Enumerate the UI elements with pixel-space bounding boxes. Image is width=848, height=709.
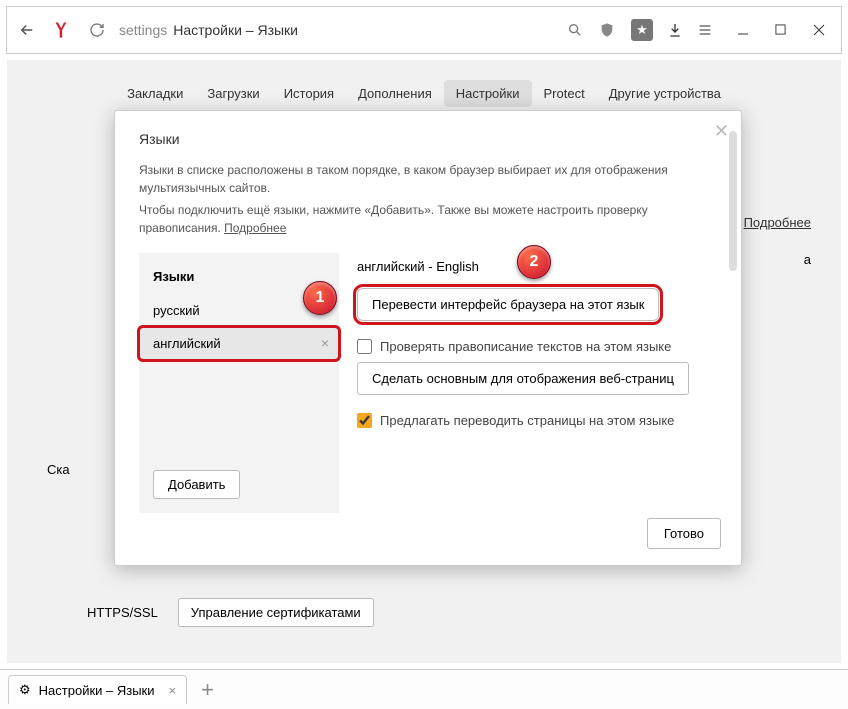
settings-tabs: Закладки Загрузки История Дополнения Нас… xyxy=(7,80,841,107)
close-icon[interactable]: ✕ xyxy=(714,121,729,142)
bg-text-left: Ска xyxy=(47,462,70,477)
language-detail: английский - English Перевести интерфейс… xyxy=(357,253,717,436)
https-row: HTTPS/SSL Управление сертификатами xyxy=(87,598,374,627)
language-item-english[interactable]: английский × xyxy=(139,327,339,360)
search-icon[interactable] xyxy=(567,22,583,38)
tab-settings[interactable]: Настройки xyxy=(444,80,532,107)
languages-body: 1 2 Языки русский английский × Добавить … xyxy=(139,253,717,513)
close-window-button[interactable] xyxy=(813,24,833,36)
tab-title: Настройки – Языки xyxy=(39,683,155,698)
done-button[interactable]: Готово xyxy=(647,518,721,549)
tab-history[interactable]: История xyxy=(272,80,346,107)
yandex-logo-icon[interactable] xyxy=(51,18,75,42)
modal-more-link[interactable]: Подробнее xyxy=(224,221,286,235)
maximize-button[interactable] xyxy=(775,24,795,36)
browser-tabbar: ⚙ Настройки – Языки × + xyxy=(0,669,848,709)
tab-protect[interactable]: Protect xyxy=(532,80,597,107)
offer-translate-label: Предлагать переводить страницы на этом я… xyxy=(380,413,674,428)
languages-modal: ✕ Языки Языки в списке расположены в так… xyxy=(114,110,742,566)
manage-certs-button[interactable]: Управление сертификатами xyxy=(178,598,374,627)
bg-link-more[interactable]: Подробнее xyxy=(744,215,811,230)
https-label: HTTPS/SSL xyxy=(87,605,158,620)
callout-badge-2: 2 xyxy=(517,245,551,279)
gear-icon: ⚙ xyxy=(19,682,31,698)
offer-translate-checkbox[interactable] xyxy=(357,413,372,428)
make-default-button[interactable]: Сделать основным для отображения веб-стр… xyxy=(357,362,689,395)
new-tab-button[interactable]: + xyxy=(195,677,220,703)
tab-bookmarks[interactable]: Закладки xyxy=(115,80,195,107)
spellcheck-checkbox[interactable] xyxy=(357,339,372,354)
download-icon[interactable] xyxy=(667,22,683,38)
offer-translate-row[interactable]: Предлагать переводить страницы на этом я… xyxy=(357,413,717,428)
addr-title: Настройки – Языки xyxy=(173,22,298,38)
tab-addons[interactable]: Дополнения xyxy=(346,80,444,107)
menu-icon[interactable] xyxy=(697,22,713,38)
bg-text-fragment: а xyxy=(804,252,811,267)
close-tab-icon[interactable]: × xyxy=(169,683,177,698)
minimize-button[interactable] xyxy=(737,24,757,36)
modal-title: Языки xyxy=(139,131,717,147)
add-language-button[interactable]: Добавить xyxy=(153,470,240,499)
back-button[interactable] xyxy=(15,18,39,42)
toolbar-right: ★ xyxy=(567,19,833,41)
modal-desc-1: Языки в списке расположены в таком поряд… xyxy=(139,161,717,197)
bookmark-star-icon[interactable]: ★ xyxy=(631,19,653,41)
tab-other-devices[interactable]: Другие устройства xyxy=(597,80,733,107)
spellcheck-label: Проверять правописание текстов на этом я… xyxy=(380,339,671,354)
translate-ui-button[interactable]: Перевести интерфейс браузера на этот язы… xyxy=(357,288,659,321)
tab-downloads[interactable]: Загрузки xyxy=(195,80,271,107)
spellcheck-row[interactable]: Проверять правописание текстов на этом я… xyxy=(357,339,717,354)
modal-desc-2: Чтобы подключить ещё языки, нажмите «Доб… xyxy=(139,201,717,237)
modal-scrollbar[interactable] xyxy=(729,131,737,271)
address-bar[interactable]: settings Настройки – Языки xyxy=(119,22,555,38)
browser-toolbar: settings Настройки – Языки ★ xyxy=(6,6,842,54)
language-item-russian[interactable]: русский xyxy=(139,294,339,327)
addr-prefix: settings xyxy=(119,22,167,38)
reload-icon[interactable] xyxy=(87,20,107,40)
browser-tab-settings[interactable]: ⚙ Настройки – Языки × xyxy=(8,675,187,704)
shield-icon[interactable] xyxy=(597,20,617,40)
remove-language-icon[interactable]: × xyxy=(321,335,329,351)
